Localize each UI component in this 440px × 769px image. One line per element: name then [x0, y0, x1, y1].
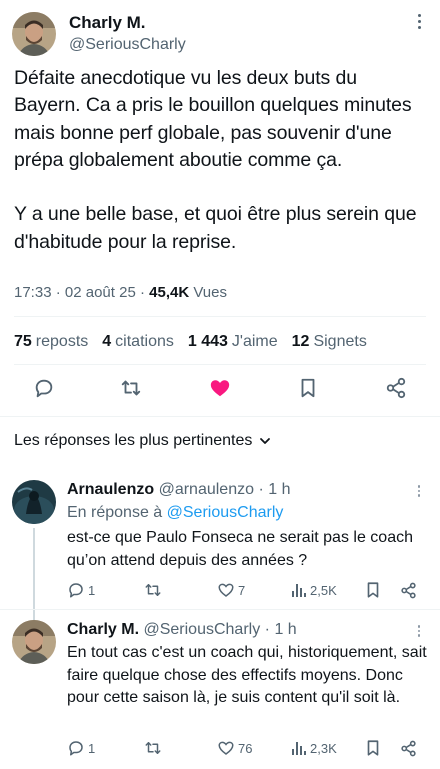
tweet-date[interactable]: 02 août 25 [65, 284, 136, 301]
views-label: Vues [193, 284, 227, 301]
reply-header: Charly M. @SeriousCharly · 1 h [67, 621, 297, 638]
tweet-time[interactable]: 17:33 [14, 284, 52, 301]
avatar[interactable] [12, 12, 56, 56]
reply-icon [69, 741, 83, 756]
reply-button[interactable]: 1 [67, 738, 95, 758]
reply-text: est-ce que Paulo Fonseca ne serait pas l… [67, 529, 413, 569]
author-handle[interactable]: @arnaulenzo [159, 481, 254, 498]
analytics-icon [292, 584, 306, 597]
share-icon[interactable] [400, 580, 417, 600]
reply-time[interactable]: 1 h [274, 621, 296, 638]
avatar[interactable] [12, 620, 56, 664]
repost-icon[interactable] [118, 375, 144, 401]
bookmark-icon[interactable] [295, 375, 321, 401]
analytics-icon [292, 742, 306, 755]
reply-time[interactable]: 1 h [268, 481, 290, 498]
like-icon[interactable] [207, 375, 233, 401]
divider [14, 316, 426, 317]
reply-actions: 1 7 2,5K [67, 580, 427, 600]
likes-stat[interactable]: 1 443 J'aime [188, 333, 278, 351]
reply-context: En réponse à @SeriousCharly [67, 504, 284, 521]
author-name[interactable]: Charly M. [69, 13, 186, 33]
replies-section-title: Les réponses les plus pertinentes [14, 432, 253, 449]
heart-icon [218, 583, 234, 597]
tweet-meta: 17:33 · 02 août 25 · 45,4K Vues [14, 284, 227, 301]
avatar[interactable] [12, 480, 56, 524]
divider [0, 416, 440, 417]
divider [0, 609, 440, 610]
views-button[interactable]: 2,3K [291, 738, 337, 758]
more-options-icon[interactable] [417, 485, 420, 497]
repost-icon [145, 584, 161, 596]
heart-icon [218, 741, 234, 755]
views-count: 45,4K [149, 284, 190, 301]
repost-icon [145, 742, 161, 754]
like-button[interactable]: 76 [217, 738, 252, 758]
tweet-text: Défaite anecdotique vu les deux buts du … [14, 67, 417, 253]
share-icon[interactable] [400, 738, 417, 758]
reply-icon[interactable] [31, 375, 57, 401]
more-options-icon[interactable] [418, 14, 422, 29]
reply-button[interactable]: 1 [67, 580, 95, 600]
tweet-stats: 75 reposts 4 citations 1 443 J'aime 12 Signe… [14, 333, 381, 351]
repost-button[interactable] [143, 580, 163, 600]
share-icon[interactable] [383, 375, 409, 401]
thread-line [33, 528, 35, 620]
reply-to-link[interactable]: @SeriousCharly [167, 504, 284, 521]
reply-actions: 1 76 2,3K [67, 738, 427, 758]
author-handle[interactable]: @SeriousCharly [143, 621, 260, 638]
bookmark-icon[interactable] [365, 580, 381, 600]
replies-sort-dropdown[interactable]: Les réponses les plus pertinentes [14, 432, 272, 450]
tweet-header: Charly M. @SeriousCharly [12, 12, 186, 56]
like-button[interactable]: 7 [217, 580, 245, 600]
divider [14, 364, 426, 365]
author-name[interactable]: Charly M. [67, 621, 139, 638]
reply-text: En tout cas c'est un coach qui, historiq… [67, 644, 427, 706]
reply-header: Arnaulenzo @arnaulenzo · 1 h [67, 481, 291, 498]
author-handle[interactable]: @SeriousCharly [69, 34, 186, 56]
chevron-down-icon [260, 438, 271, 444]
author-name[interactable]: Arnaulenzo [67, 481, 154, 498]
tweet-actions [0, 375, 440, 405]
reposts-stat[interactable]: 75 reposts [14, 333, 88, 351]
views-button[interactable]: 2,5K [291, 580, 337, 600]
bookmarks-stat[interactable]: 12 Signets [292, 333, 367, 351]
reply-icon [69, 583, 83, 598]
bookmark-icon[interactable] [365, 738, 381, 758]
quotes-stat[interactable]: 4 citations [102, 333, 174, 351]
repost-button[interactable] [143, 738, 163, 758]
more-options-icon[interactable] [417, 625, 420, 637]
